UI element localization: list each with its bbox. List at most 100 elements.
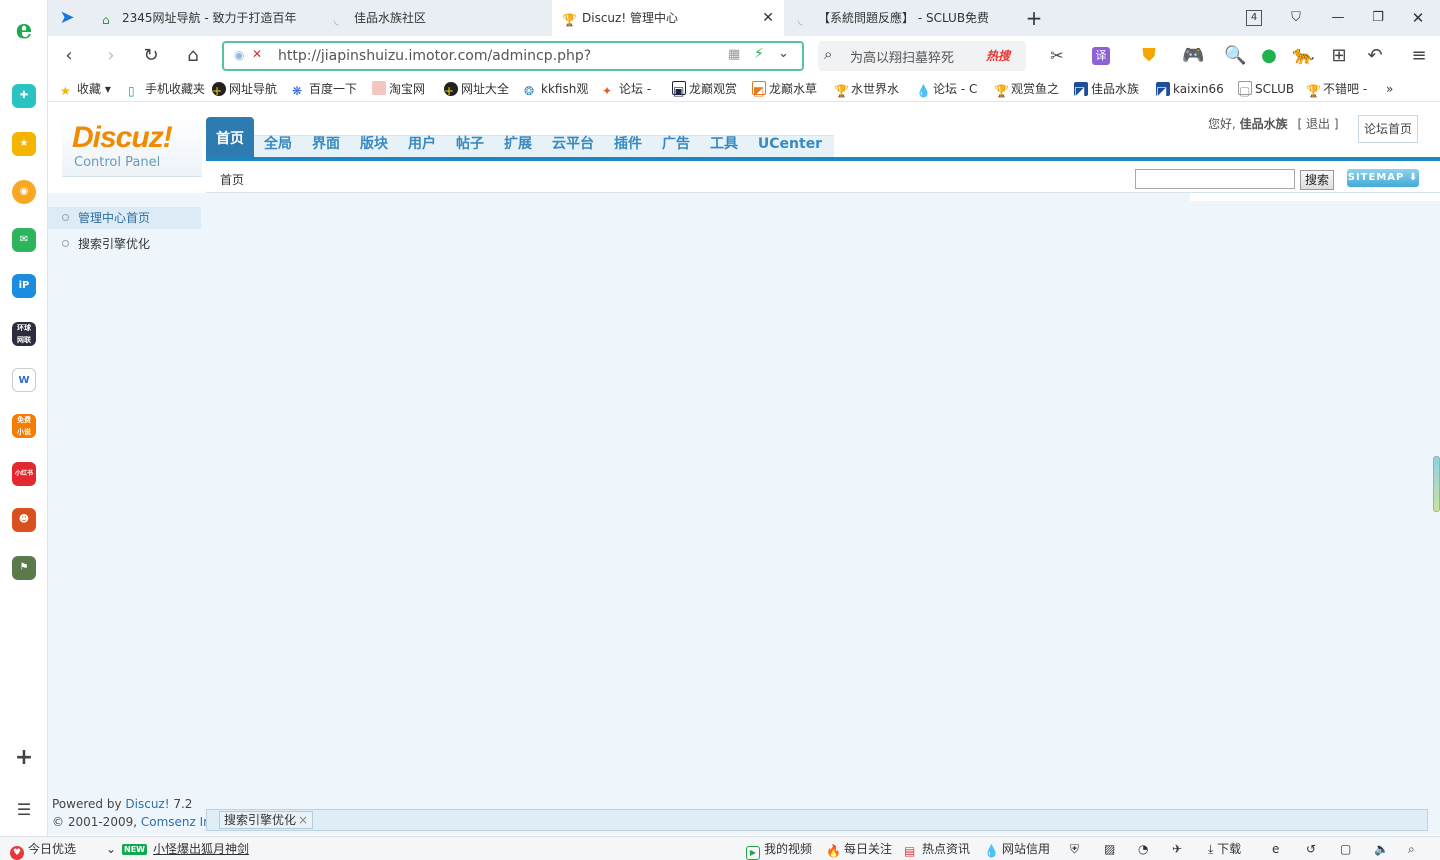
novel-app-icon[interactable]: 免费 小说: [12, 414, 36, 438]
add-app-icon[interactable]: +: [12, 746, 36, 770]
restore-icon[interactable]: ❐: [1368, 8, 1388, 28]
window-icon[interactable]: ▢: [1340, 841, 1351, 857]
my-videos[interactable]: ▶ 我的视频: [746, 841, 812, 860]
sitemap-button[interactable]: SITEMAP ⬇: [1347, 169, 1419, 187]
menu-users[interactable]: 用户: [402, 131, 442, 157]
home-icon[interactable]: ⌂: [182, 45, 204, 67]
hot-news[interactable]: ▤ 热点资讯: [904, 841, 970, 858]
qr-code-icon[interactable]: ▦: [728, 47, 740, 62]
bookmark-item[interactable]: 🏆 不错吧 -: [1306, 80, 1376, 98]
game-app-icon[interactable]: ☻: [12, 508, 36, 532]
magnifier-extension-icon[interactable]: 🔍: [1224, 45, 1246, 67]
refresh-mode-icon[interactable]: ↺: [1306, 841, 1316, 857]
menu-list-icon[interactable]: ☰: [12, 798, 36, 822]
document-app-icon[interactable]: W: [12, 368, 36, 392]
rocket-icon[interactable]: ✈: [1172, 841, 1182, 857]
menu-forums[interactable]: 版块: [354, 131, 394, 157]
downloads[interactable]: ⤓ 下载: [1208, 841, 1241, 857]
new-tab-icon[interactable]: +: [1024, 8, 1044, 28]
mail-icon[interactable]: ✉: [12, 228, 36, 252]
search-button[interactable]: 搜索: [1300, 170, 1334, 190]
menu-global[interactable]: 全局: [258, 131, 298, 157]
weibo-icon[interactable]: ◉: [12, 180, 36, 204]
gamepad-icon[interactable]: 🎮: [1182, 45, 1204, 67]
back-icon[interactable]: ‹: [58, 45, 80, 67]
menu-cloud[interactable]: 云平台: [546, 131, 600, 157]
sync-icon[interactable]: ◔: [1138, 841, 1148, 857]
reload-icon[interactable]: ↻: [140, 45, 162, 67]
forward-icon[interactable]: ›: [100, 45, 122, 67]
tab-count-badge[interactable]: 4: [1246, 10, 1262, 26]
ie-mode-icon[interactable]: e: [1272, 841, 1279, 857]
favorites-star-icon[interactable]: ★: [12, 132, 36, 156]
ip-app-icon[interactable]: iP: [12, 274, 36, 298]
leopard-extension-icon[interactable]: 🐆: [1292, 45, 1314, 67]
bookmark-item[interactable]: 🏆 观赏鱼之: [994, 80, 1064, 98]
url-text[interactable]: http://jiapinshuizu.imotor.com/admincp.p…: [278, 43, 591, 69]
close-tab-icon[interactable]: ×: [298, 813, 308, 827]
menu-extend[interactable]: 扩展: [498, 131, 538, 157]
browser-logo-icon[interactable]: e: [12, 17, 36, 43]
discuz-link[interactable]: Discuz!: [125, 797, 169, 811]
bookmark-item[interactable]: ◪ 佳品水族: [1074, 80, 1144, 98]
menu-interface[interactable]: 界面: [306, 131, 346, 157]
camera-blocked-icon[interactable]: ✕: [252, 47, 262, 61]
bookmark-item[interactable]: ▢ SCLUB: [1238, 80, 1296, 98]
scrollbar-thumb[interactable]: [1433, 456, 1440, 512]
bookmark-item[interactable]: 🏆 水世界水: [834, 80, 904, 98]
menu-plugins[interactable]: 插件: [608, 131, 648, 157]
bookmarks-more-button[interactable]: »: [1386, 80, 1393, 98]
browser-tab-active[interactable]: 🏆 Discuz! 管理中心 ✕: [552, 0, 784, 36]
apps-grid-icon[interactable]: ⊞: [1328, 45, 1350, 67]
bookmark-item[interactable]: ❂ kkfish观: [524, 80, 592, 98]
bookmark-item[interactable]: ▣ 龙巅观赏: [672, 80, 742, 98]
main-menu-icon[interactable]: ≡: [1408, 45, 1430, 67]
bookmark-item[interactable]: ◩ 龙巅水草: [752, 80, 822, 98]
undo-icon[interactable]: ↶: [1364, 45, 1386, 67]
bookmark-item[interactable]: + 网址导航: [212, 80, 277, 98]
shield-extension-icon[interactable]: ⛊: [1138, 45, 1160, 67]
speed-mode-icon[interactable]: ⚡: [754, 46, 764, 62]
translate-icon[interactable]: 译: [1092, 47, 1110, 65]
plus-app-icon[interactable]: ✚: [12, 84, 36, 108]
sidebar-item-seo[interactable]: 搜索引擎优化: [48, 233, 201, 255]
bookmark-item[interactable]: + 网址大全: [444, 80, 509, 98]
minimize-icon[interactable]: —: [1328, 8, 1348, 28]
discuz-logo[interactable]: Discuz! Control Panel: [62, 117, 202, 177]
menu-tools[interactable]: 工具: [704, 131, 744, 157]
bookmark-item[interactable]: ✦ 论坛 -: [602, 80, 658, 98]
scissors-icon[interactable]: ✂: [1046, 45, 1068, 67]
bookmark-item[interactable]: ★ 收藏 ▾: [60, 80, 111, 98]
bookmark-item[interactable]: ◪ kaixin66: [1156, 80, 1226, 98]
browser-tab[interactable]: ◟ 佳品水族社区: [324, 0, 550, 36]
bookmark-item[interactable]: 💧 论坛 - C: [916, 80, 984, 98]
browser-tab[interactable]: ⌂ 2345网址导航 - 致力于打造百年: [92, 0, 318, 36]
address-bar[interactable]: ◉ ✕ http://jiapinshuizu.imotor.com/admin…: [222, 41, 804, 71]
hot-search-badge[interactable]: 热搜: [986, 47, 1010, 64]
image-icon[interactable]: ▨: [1104, 841, 1115, 857]
search-box[interactable]: ⌕ 为高以翔扫墓猝死 热搜: [818, 41, 1026, 71]
sidebar-item-admin-home[interactable]: 管理中心首页: [48, 207, 201, 229]
browser-tab[interactable]: ◟ 【系統問題反應】 - SCLUB免费: [788, 0, 1014, 36]
navigation-arrow-icon[interactable]: ➤: [56, 7, 78, 29]
bookmark-item[interactable]: ❋ 百度一下: [292, 80, 357, 98]
daily-picks[interactable]: ♥ 今日优选: [10, 841, 76, 860]
bookmark-item[interactable]: 淘宝网: [372, 80, 425, 98]
admin-search-input[interactable]: [1135, 169, 1295, 189]
zoom-search-icon[interactable]: ⌕: [1408, 841, 1415, 857]
dropdown-chevron-icon[interactable]: ⌄: [778, 46, 789, 61]
news-app-icon[interactable]: 环球 网联: [12, 322, 36, 346]
close-tab-icon[interactable]: ✕: [762, 0, 774, 36]
green-extension-icon[interactable]: ●: [1258, 45, 1280, 67]
site-credit[interactable]: 💧 网站信用: [984, 841, 1050, 858]
sound-icon[interactable]: 🔈: [1374, 841, 1389, 857]
logout-link[interactable]: 退出: [1306, 117, 1330, 131]
bookmark-item[interactable]: ▯ 手机收藏夹: [128, 80, 205, 98]
menu-posts[interactable]: 帖子: [450, 131, 490, 157]
shield-check-icon[interactable]: ⛨: [1070, 841, 1079, 857]
forum-home-button[interactable]: 论坛首页: [1358, 115, 1418, 143]
game2-app-icon[interactable]: ⚑: [12, 556, 36, 580]
daily-follow[interactable]: 🔥 每日关注: [826, 841, 892, 858]
menu-ucenter[interactable]: UCenter: [754, 131, 826, 157]
expand-chevron-icon[interactable]: ⌄: [106, 841, 116, 857]
